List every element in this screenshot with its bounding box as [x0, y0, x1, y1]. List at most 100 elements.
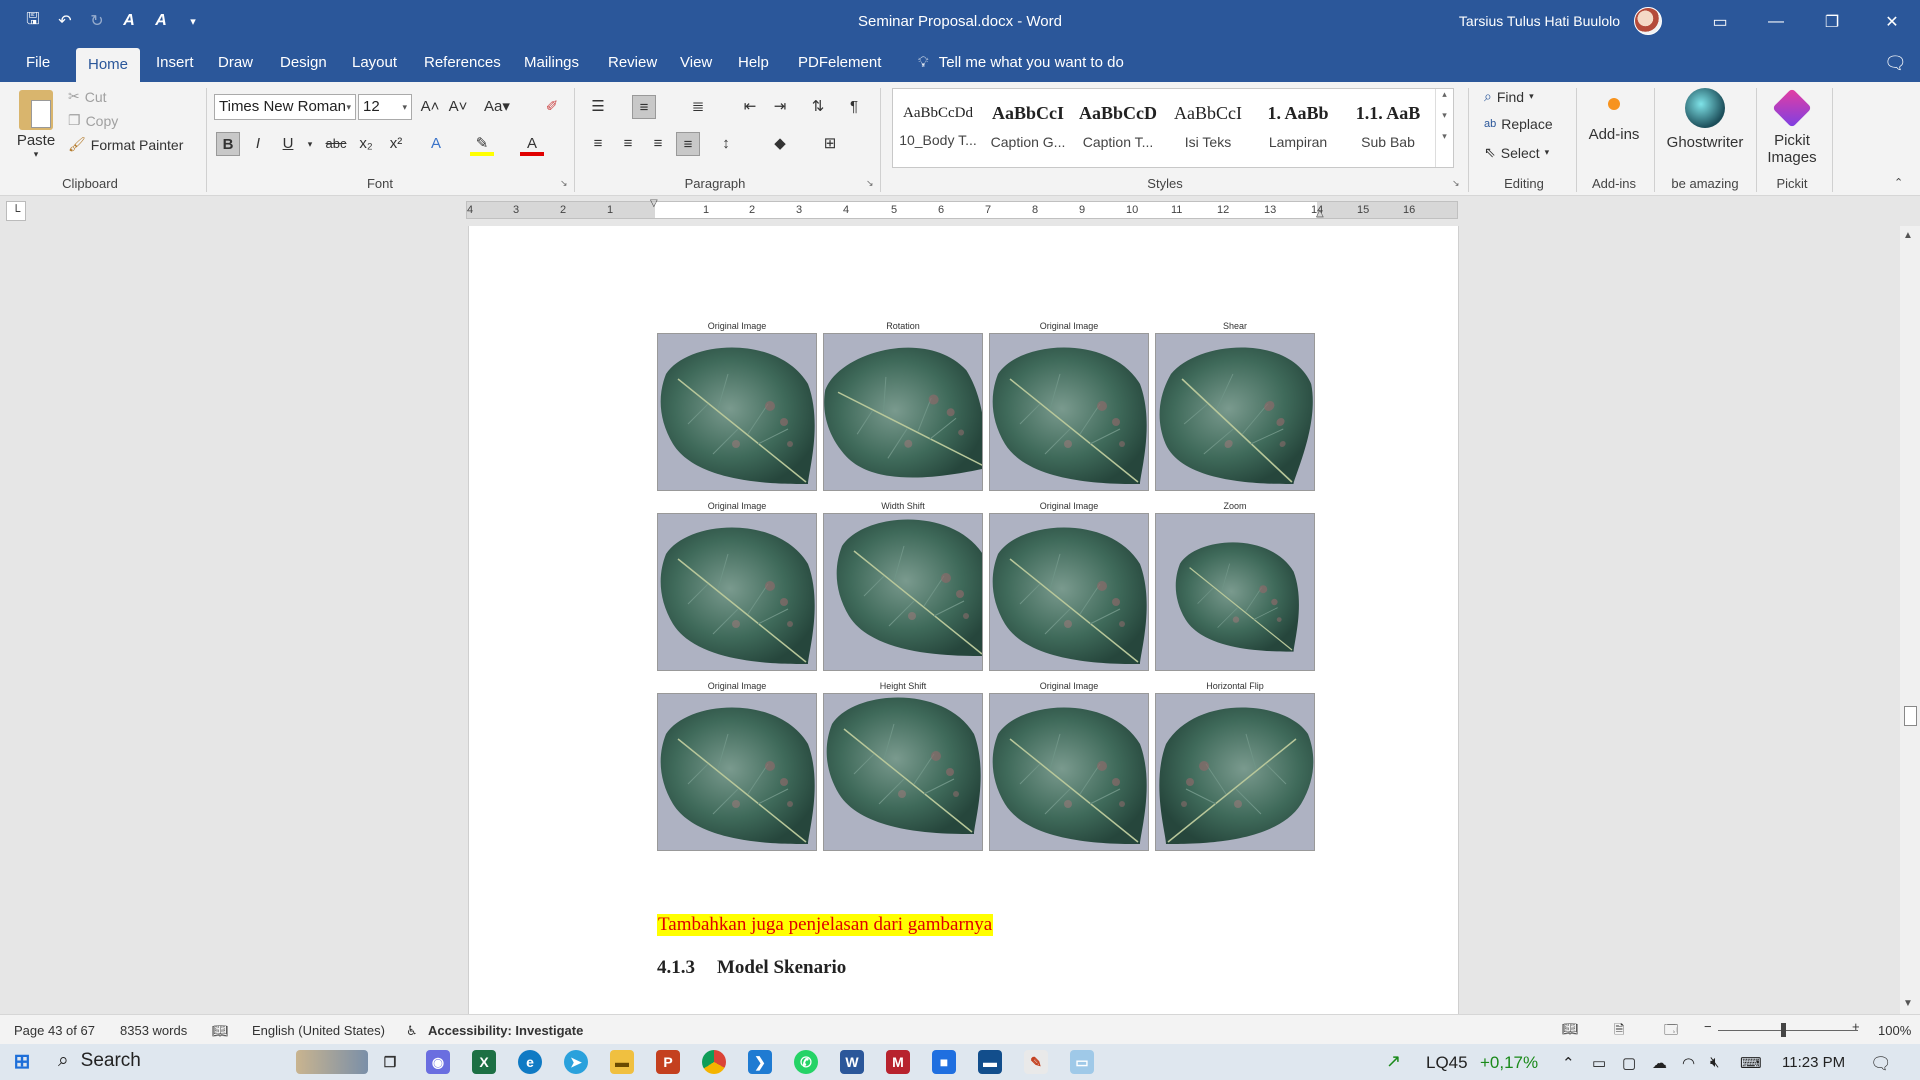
undo-icon[interactable]: ↶ [52, 8, 78, 34]
meet-now-icon[interactable]: ▢ [1622, 1054, 1636, 1072]
document-canvas[interactable]: Original Image Rotation Original Image Shea… [0, 226, 1900, 1014]
italic-icon[interactable]: I [246, 132, 270, 156]
volume-icon[interactable]: 🔇︎ [1710, 1054, 1719, 1071]
zoom-in-icon[interactable]: + [1852, 1019, 1860, 1034]
multilevel-list-icon[interactable]: ≣ [686, 95, 710, 119]
tab-mailings[interactable]: Mailings [512, 44, 591, 82]
language[interactable]: English (United States) [252, 1023, 385, 1038]
tab-insert[interactable]: Insert [144, 44, 206, 82]
proofing-icon[interactable]: 📖︎ [212, 1023, 229, 1039]
font-name-select[interactable]: Times New Roman ▾ [214, 94, 356, 120]
text-effects-icon[interactable]: A [424, 132, 448, 156]
style-item[interactable]: AaBbCcI Isi Teks [1163, 89, 1253, 167]
tab-design[interactable]: Design [268, 44, 339, 82]
read-mode-icon[interactable]: 📖︎ [1562, 1021, 1579, 1037]
wps-icon[interactable]: M [886, 1050, 910, 1074]
minimize-icon[interactable]: — [1748, 0, 1804, 44]
user-name[interactable]: Tarsius Tulus Hati Buulolo [1459, 13, 1620, 29]
strikethrough-icon[interactable]: abc [324, 132, 348, 156]
comments-icon[interactable]: 🗨︎ [1872, 44, 1919, 82]
format-painter-button[interactable]: 🖌︎ Format Painter [68, 136, 183, 153]
style-item[interactable]: 1.1. AaB Sub Bab [1343, 89, 1433, 167]
chrome-icon[interactable] [702, 1050, 726, 1074]
keyboard-icon[interactable]: ⌨ [1740, 1054, 1762, 1072]
style-item[interactable]: AaBbCcD Caption T... [1073, 89, 1163, 167]
window-app-icon[interactable]: ▭ [1070, 1050, 1094, 1074]
chevron-up-icon[interactable]: ⌃ [1562, 1054, 1575, 1072]
addins-button[interactable]: Add-ins [1584, 98, 1644, 143]
vertical-scrollbar[interactable]: ▲ ▼ [1900, 226, 1920, 1014]
shrink-font-icon[interactable]: A˅ [446, 95, 470, 119]
ghostwriter-button[interactable]: Ghostwriter [1660, 88, 1750, 151]
scroll-thumb[interactable] [1904, 706, 1917, 726]
clock-time[interactable]: 11:23 PM [1782, 1054, 1845, 1071]
tab-file[interactable]: File [14, 44, 62, 82]
tab-home[interactable]: Home [76, 48, 141, 82]
stock-name[interactable]: LQ45 [1426, 1053, 1468, 1073]
style-item[interactable]: AaBbCcDd 10_Body T... [893, 89, 983, 167]
underline-icon[interactable]: U [276, 132, 300, 156]
augmentation-figure[interactable]: Original Image Rotation Original Image Shea… [657, 321, 1317, 861]
dialog-launcher-icon[interactable]: ↘ [866, 178, 874, 189]
scroll-up-icon[interactable]: ▲ [1903, 230, 1913, 241]
dialog-launcher-icon[interactable]: ↘ [560, 178, 568, 189]
close-icon[interactable]: ✕ [1864, 0, 1920, 44]
app-icon[interactable]: ■ [932, 1050, 956, 1074]
clear-formatting-icon[interactable]: ✐ [540, 95, 564, 119]
align-left-icon[interactable]: ≡ [586, 132, 610, 156]
avatar[interactable] [1634, 7, 1662, 35]
word-count[interactable]: 8353 words [120, 1023, 187, 1038]
windows-start-icon[interactable]: ⊞ [10, 1050, 34, 1074]
right-indent-marker[interactable]: △ [1316, 208, 1324, 219]
tab-help[interactable]: Help [726, 44, 781, 82]
scroll-down-icon[interactable]: ▼ [1903, 998, 1913, 1009]
edge-icon[interactable]: e [518, 1050, 542, 1074]
justify-icon[interactable]: ≡ [676, 132, 700, 156]
dialog-launcher-icon[interactable]: ↘ [1452, 178, 1460, 189]
word-icon[interactable]: W [840, 1050, 864, 1074]
accessibility-icon[interactable]: ♿︎ [406, 1023, 418, 1039]
font-size-select[interactable]: 12 ▾ [358, 94, 412, 120]
increase-indent-icon[interactable]: ⇥ [768, 95, 792, 119]
save-icon[interactable]: 🖫 [20, 8, 46, 34]
numbering-icon[interactable]: ≡ [632, 95, 656, 119]
tab-draw[interactable]: Draw [206, 44, 265, 82]
customize-qat-icon[interactable]: ▾ [180, 8, 206, 34]
onedrive-icon[interactable]: ☁︎ [1652, 1054, 1667, 1072]
chevron-down-icon[interactable]: ▾ [298, 132, 322, 156]
vscode-icon[interactable]: ❯ [748, 1050, 772, 1074]
first-line-indent-marker[interactable]: ▽ [650, 198, 658, 209]
find-button[interactable]: ⌕ Find ▾ [1484, 88, 1534, 105]
tab-layout[interactable]: Layout [340, 44, 409, 82]
document-page[interactable]: Original Image Rotation Original Image Shea… [468, 226, 1459, 1014]
style-item[interactable]: 1. AaBb Lampiran [1253, 89, 1343, 167]
file-explorer-icon[interactable]: ▬ [610, 1050, 634, 1074]
copy-button[interactable]: ❐ Copy [68, 112, 118, 129]
font-color-icon[interactable]: A [520, 132, 544, 156]
task-view-icon[interactable]: ❐ [378, 1050, 402, 1074]
battery-icon[interactable]: ▭ [1592, 1054, 1606, 1072]
shading-icon[interactable]: ◆ [768, 132, 792, 156]
change-case-icon[interactable]: Aa▾ [484, 95, 510, 119]
excel-icon[interactable]: X [472, 1050, 496, 1074]
tab-pdfelement[interactable]: PDFelement [786, 44, 893, 82]
style-item[interactable]: AaBbCcI Caption G... [983, 89, 1073, 167]
highlight-color-icon[interactable]: ✎ [470, 132, 494, 156]
line-spacing-icon[interactable]: ↕ [714, 132, 738, 156]
copilot-icon[interactable]: ◉ [426, 1050, 450, 1074]
cut-button[interactable]: ✂ Cut [68, 88, 107, 105]
tab-references[interactable]: References [412, 44, 513, 82]
borders-icon[interactable]: ⊞ [818, 132, 842, 156]
ribbon-display-icon[interactable]: ▭ [1692, 0, 1748, 44]
powerpoint-icon[interactable]: P [656, 1050, 680, 1074]
tab-review[interactable]: Review [596, 44, 669, 82]
restore-icon[interactable]: ❐ [1804, 0, 1860, 44]
align-right-icon[interactable]: ≡ [646, 132, 670, 156]
telegram-icon[interactable]: ➤ [564, 1050, 588, 1074]
pilcrow-icon[interactable]: ¶ [842, 95, 866, 119]
zoom-level[interactable]: 100% [1878, 1023, 1911, 1038]
whatsapp-icon[interactable]: ✆ [794, 1050, 818, 1074]
pickit-images-button[interactable]: Pickit Images [1762, 88, 1822, 166]
stock-chart-icon[interactable]: ↗ [1386, 1051, 1401, 1072]
align-center-icon[interactable]: ≡ [616, 132, 640, 156]
